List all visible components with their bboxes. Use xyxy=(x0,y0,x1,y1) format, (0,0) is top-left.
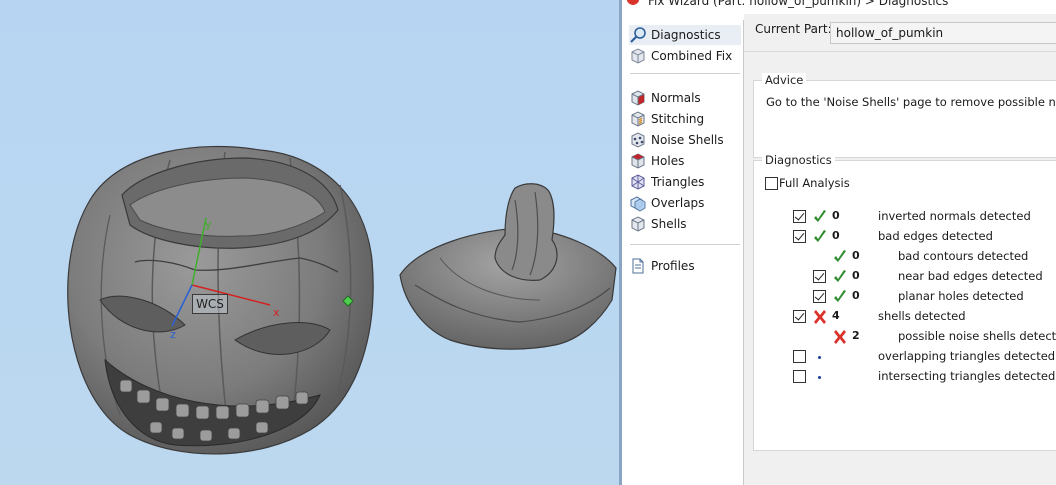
advice-text: Go to the 'Noise Shells' page to remove … xyxy=(766,95,1056,109)
diagnostic-checkbox[interactable] xyxy=(793,350,806,363)
shells-icon xyxy=(631,216,645,232)
nav-divider xyxy=(630,244,740,245)
nav-item-triangles[interactable]: Triangles xyxy=(629,172,741,192)
pending-dot-icon xyxy=(818,356,821,359)
nav-item-label: Triangles xyxy=(651,175,705,189)
3d-viewport[interactable]: x y z WCS xyxy=(0,0,619,485)
nav-item-label: Noise Shells xyxy=(651,133,724,147)
normals-cube-icon xyxy=(631,90,645,106)
nav-item-combined-fix[interactable]: Combined Fix xyxy=(629,46,741,66)
nav-item-label: Overlaps xyxy=(651,196,705,210)
window-title: Fix Wizard (Part: hollow_of_pumkin) > Di… xyxy=(648,0,949,8)
current-part-label: Current Part: xyxy=(755,22,832,36)
diagnostic-count: 0 xyxy=(832,229,840,242)
nav-item-label: Holes xyxy=(651,154,685,168)
diagnostic-label: near bad edges detected xyxy=(898,269,1043,283)
pumpkin-lid-model[interactable] xyxy=(399,183,617,350)
diagnostics-page: Current Part: hollow_of_pumkin Advice Go… xyxy=(744,14,1056,485)
nav-item-diagnostics[interactable]: Diagnostics xyxy=(629,25,741,45)
diagnostic-checkbox[interactable] xyxy=(793,210,806,223)
overlaps-icon xyxy=(630,196,646,212)
diagnostic-label: possible noise shells detected xyxy=(898,329,1056,343)
nav-item-profiles[interactable]: Profiles xyxy=(629,256,741,276)
advice-legend: Advice xyxy=(762,73,807,87)
divider xyxy=(744,51,1056,52)
nav-item-label: Normals xyxy=(651,91,701,105)
full-analysis-checkbox[interactable] xyxy=(765,177,778,190)
diagnostic-label: intersecting triangles detected xyxy=(878,369,1056,383)
nav-item-label: Diagnostics xyxy=(651,28,721,42)
diagnostic-label: shells detected xyxy=(878,309,966,323)
diagnostic-label: overlapping triangles detected xyxy=(878,349,1056,363)
triangles-icon xyxy=(631,174,645,190)
axis-y-label: y xyxy=(205,218,212,231)
diagnostic-count: 0 xyxy=(852,269,860,282)
advice-group: Advice Go to the 'Noise Shells' page to … xyxy=(753,73,1056,158)
full-analysis-label: Full Analysis xyxy=(779,176,850,190)
diagnostic-label: inverted normals detected xyxy=(878,209,1031,223)
diagnostics-legend: Diagnostics xyxy=(762,153,835,167)
current-part-field[interactable]: hollow_of_pumkin xyxy=(830,22,1056,44)
red-wizard-icon xyxy=(627,0,639,5)
green-check-icon xyxy=(834,270,846,282)
wizard-nav: Diagnostics Combined Fix Normals Stitchi… xyxy=(626,20,744,485)
diagnostic-checkbox[interactable] xyxy=(793,230,806,243)
nav-divider xyxy=(630,73,740,74)
model-scene[interactable]: x y z xyxy=(0,0,619,485)
red-cross-icon xyxy=(814,310,826,324)
magnifier-icon xyxy=(630,27,646,43)
nav-item-label: Combined Fix xyxy=(651,49,733,63)
fix-wizard-window: Fix Wizard (Part: hollow_of_pumkin) > Di… xyxy=(619,0,1056,485)
diagnostic-checkbox[interactable] xyxy=(813,290,826,303)
green-check-icon xyxy=(814,210,826,222)
nav-item-noise-shells[interactable]: Noise Shells xyxy=(629,130,741,150)
green-check-icon xyxy=(834,290,846,302)
nav-item-label: Stitching xyxy=(651,112,705,126)
red-cross-icon xyxy=(834,330,846,344)
diagnostic-count: 2 xyxy=(852,329,860,342)
pending-dot-icon xyxy=(818,376,821,379)
axis-x-label: x xyxy=(273,306,280,319)
holes-cube-icon xyxy=(631,153,645,169)
nav-item-shells[interactable]: Shells xyxy=(629,214,741,234)
axis-z-label: z xyxy=(170,328,176,341)
nav-item-holes[interactable]: Holes xyxy=(629,151,741,171)
nav-item-normals[interactable]: Normals xyxy=(629,88,741,108)
green-check-icon xyxy=(834,250,846,262)
window-titlebar[interactable]: Fix Wizard (Part: hollow_of_pumkin) > Di… xyxy=(622,0,1056,11)
diagnostic-label: planar holes detected xyxy=(898,289,1024,303)
cube-icon xyxy=(631,48,645,64)
green-check-icon xyxy=(814,230,826,242)
diagnostic-count: 0 xyxy=(852,249,860,262)
wcs-label: WCS xyxy=(192,294,228,314)
diagnostic-checkbox[interactable] xyxy=(813,270,826,283)
diagnostic-checkbox[interactable] xyxy=(793,310,806,323)
nav-item-overlaps[interactable]: Overlaps xyxy=(629,193,741,213)
diagnostics-group: Diagnostics Full Analysis 0 inverted norm… xyxy=(753,153,1056,451)
diagnostic-label: bad edges detected xyxy=(878,229,993,243)
noise-shells-icon xyxy=(631,132,645,148)
nav-item-label: Shells xyxy=(651,217,687,231)
diagnostic-count: 0 xyxy=(832,209,840,222)
document-icon xyxy=(632,258,644,274)
stitching-cube-icon xyxy=(631,111,645,127)
nav-item-stitching[interactable]: Stitching xyxy=(629,109,741,129)
diagnostic-count: 0 xyxy=(852,289,860,302)
diagnostic-checkbox[interactable] xyxy=(793,370,806,383)
nav-item-label: Profiles xyxy=(651,259,695,273)
diagnostic-count: 4 xyxy=(832,309,840,322)
diagnostic-label: bad contours detected xyxy=(898,249,1029,263)
